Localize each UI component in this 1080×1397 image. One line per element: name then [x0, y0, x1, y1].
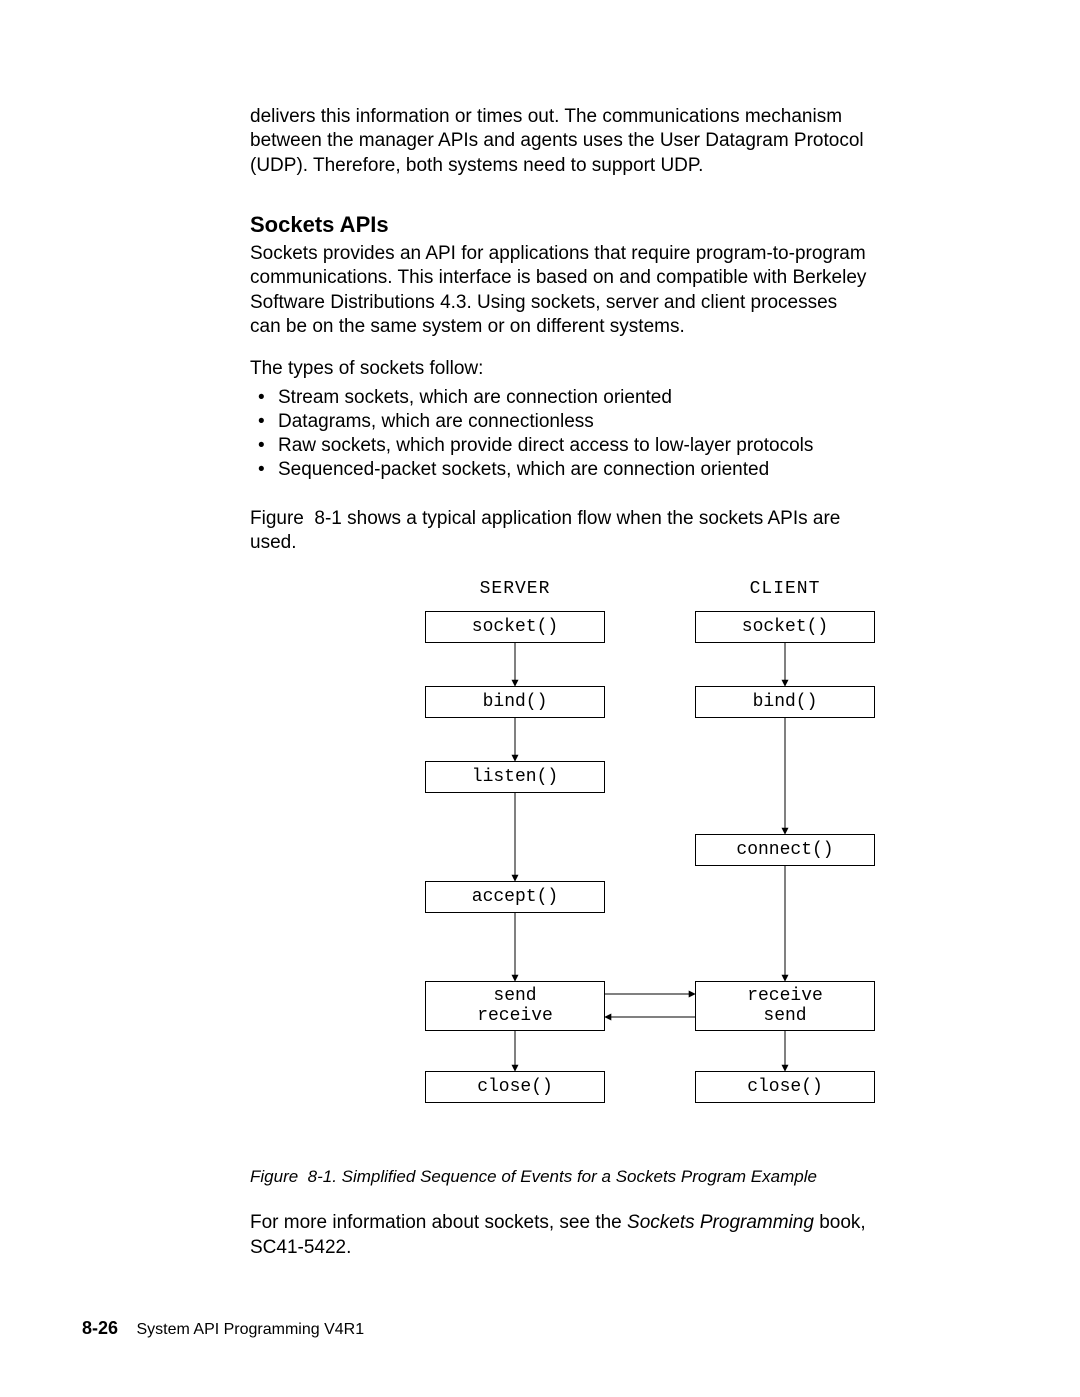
paragraph-1: Sockets provides an API for applications… — [250, 242, 870, 339]
socket-types-list: Stream sockets, which are connection ori… — [250, 386, 870, 483]
paragraph-3: Figure 8-1 shows a typical application f… — [250, 507, 870, 556]
footer-title: System API Programming V4R1 — [136, 1321, 364, 1338]
list-item: Datagrams, which are connectionless — [274, 410, 870, 434]
figure-caption: Figure 8-1. Simplified Sequence of Event… — [250, 1167, 870, 1187]
paragraph-2: The types of sockets follow: — [250, 357, 870, 381]
flow-diagram: SERVER CLIENT socket() bind() listen() a… — [425, 579, 1025, 1139]
client-bind-box: bind() — [695, 686, 875, 718]
client-connect-box: connect() — [695, 834, 875, 866]
client-close-box: close() — [695, 1071, 875, 1103]
server-bind-box: bind() — [425, 686, 605, 718]
server-close-box: close() — [425, 1071, 605, 1103]
client-receive-label: receive — [747, 986, 823, 1007]
client-socket-box: socket() — [695, 611, 875, 643]
server-sendrecv-box: send receive — [425, 981, 605, 1031]
book-title: Sockets Programming — [627, 1212, 814, 1233]
list-item: Sequenced-packet sockets, which are conn… — [274, 458, 870, 482]
client-column-title: CLIENT — [695, 579, 875, 599]
server-send-label: send — [493, 986, 536, 1007]
client-recvsend-box: receive send — [695, 981, 875, 1031]
intro-paragraph: delivers this information or times out. … — [250, 105, 870, 178]
section-heading: Sockets APIs — [250, 212, 870, 238]
closing-pre: For more information about sockets, see … — [250, 1212, 627, 1233]
server-socket-box: socket() — [425, 611, 605, 643]
page-number: 8-26 — [82, 1318, 118, 1338]
list-item: Stream sockets, which are connection ori… — [274, 386, 870, 410]
server-receive-label: receive — [477, 1006, 553, 1027]
closing-paragraph: For more information about sockets, see … — [250, 1211, 870, 1260]
page: delivers this information or times out. … — [0, 0, 1080, 1397]
page-footer: 8-26 System API Programming V4R1 — [82, 1318, 364, 1339]
server-accept-box: accept() — [425, 881, 605, 913]
server-listen-box: listen() — [425, 761, 605, 793]
server-column-title: SERVER — [425, 579, 605, 599]
list-item: Raw sockets, which provide direct access… — [274, 434, 870, 458]
client-send-label: send — [763, 1006, 806, 1027]
